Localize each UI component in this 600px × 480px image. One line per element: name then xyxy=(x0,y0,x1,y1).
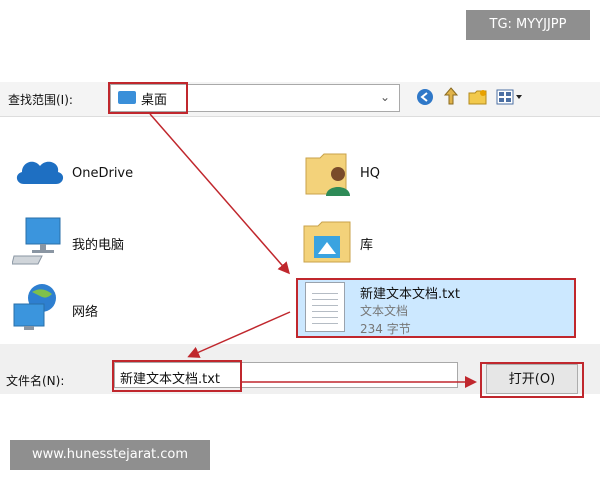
arrow-to-filename xyxy=(187,311,291,358)
arrow-to-file xyxy=(149,113,290,275)
annotation-arrows xyxy=(149,113,477,388)
